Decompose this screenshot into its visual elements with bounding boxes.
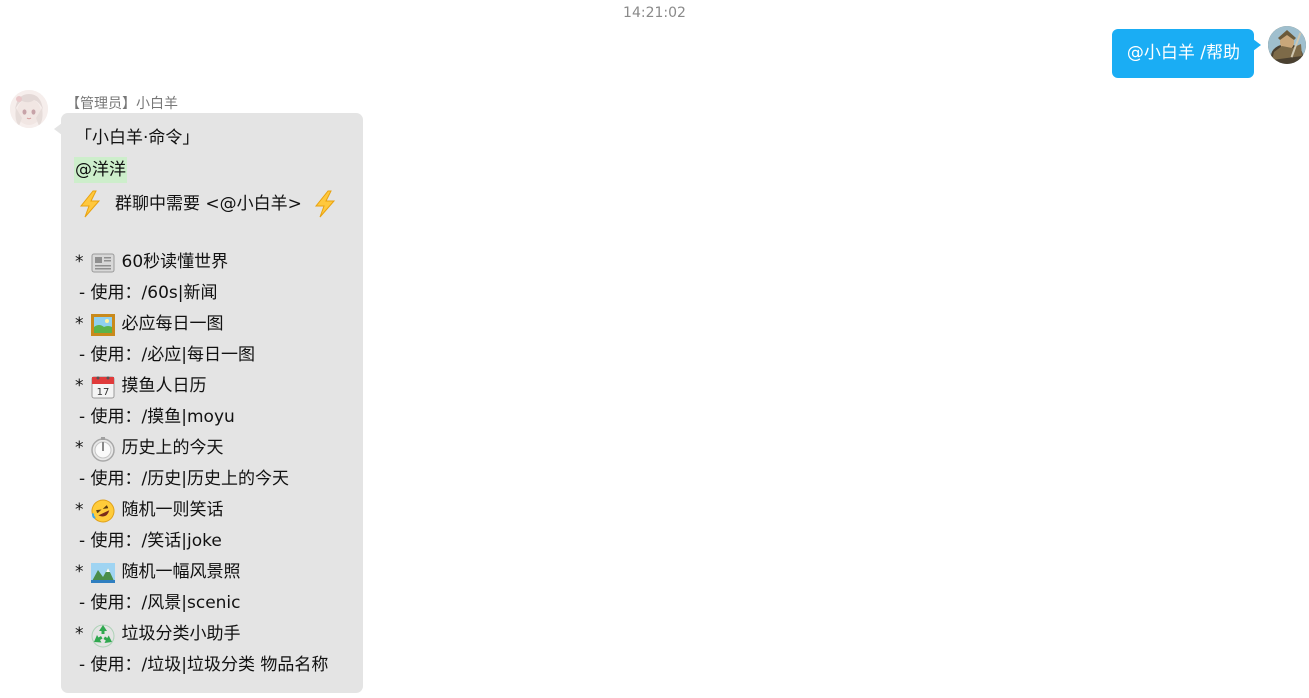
command-name: 60秒读懂世界: [121, 252, 229, 272]
sender-name: 【管理员】小白羊: [66, 96, 178, 112]
recycle-icon: [90, 622, 116, 648]
message-timestamp: 14:21:02: [623, 5, 686, 21]
bullet: *: [75, 500, 84, 520]
newspaper-icon: [90, 250, 116, 276]
rofl-face-icon: [90, 498, 116, 524]
outgoing-message-bubble[interactable]: @小白羊 /帮助: [1111, 29, 1261, 78]
bullet: *: [75, 562, 84, 582]
user-mention[interactable]: @洋洋: [74, 156, 127, 183]
command-usage: - 使用：/风景|scenic: [79, 593, 241, 613]
command-item: * 随机一幅风景照: [75, 557, 363, 588]
command-usage: - 使用：/必应|每日一图: [79, 345, 255, 365]
calendar-icon: 17: [90, 374, 116, 400]
anime-girl-avatar-icon[interactable]: [10, 90, 48, 128]
notice-line: 群聊中需要 <@小白羊>: [75, 185, 363, 223]
stopwatch-icon: [90, 436, 116, 462]
bullet: *: [75, 252, 84, 272]
command-usage: - 使用：/60s|新闻: [79, 283, 218, 303]
svg-text:17: 17: [96, 387, 109, 398]
bullet: *: [75, 438, 84, 458]
lightning-icon: [310, 189, 340, 219]
bullet: *: [75, 376, 84, 396]
command-item: * 必应每日一图: [75, 309, 363, 340]
framed-picture-icon: [90, 312, 116, 338]
incoming-message-bubble[interactable]: 「小白羊·命令」 @洋洋 群聊中需要 <@小白羊> * 60秒读懂世界 - 使用…: [54, 113, 363, 693]
command-item: * 随机一则笑话: [75, 495, 363, 526]
command-usage: - 使用：/摸鱼|moyu: [79, 407, 235, 427]
command-item: * 历史上的今天: [75, 433, 363, 464]
outgoing-message-text: @小白羊 /帮助: [1126, 43, 1240, 63]
bullet: *: [75, 314, 84, 334]
command-item: * 垃圾分类小助手: [75, 619, 363, 650]
command-name: 历史上的今天: [121, 438, 224, 458]
command-name: 摸鱼人日历: [121, 376, 207, 396]
command-name: 随机一幅风景照: [121, 562, 241, 582]
command-menu-title: 「小白羊·命令」: [75, 128, 200, 148]
bullet: *: [75, 624, 84, 644]
bubble-tail: [54, 123, 62, 135]
lightning-icon: [75, 189, 105, 219]
mention-line: @洋洋: [74, 154, 363, 185]
command-usage: - 使用：/笑话|joke: [79, 531, 222, 551]
command-item: * 60秒读懂世界: [75, 247, 363, 278]
bubble-tail: [1253, 39, 1261, 51]
landscape-icon: [90, 560, 116, 586]
notice-text: 群聊中需要 <@小白羊>: [115, 194, 302, 214]
command-item: * 17 摸鱼人日历: [75, 371, 363, 402]
warrior-avatar-icon[interactable]: [1268, 26, 1306, 64]
command-name: 必应每日一图: [121, 314, 224, 334]
command-name: 垃圾分类小助手: [121, 624, 241, 644]
command-usage: - 使用：/历史|历史上的今天: [79, 469, 289, 489]
command-usage: - 使用：/垃圾|垃圾分类 物品名称: [79, 655, 329, 675]
command-name: 随机一则笑话: [121, 500, 224, 520]
chat-window: 14:21:02 @小白羊 /帮助 【管理员】小白羊 「小白羊·命令」 @洋洋 …: [0, 0, 1309, 698]
